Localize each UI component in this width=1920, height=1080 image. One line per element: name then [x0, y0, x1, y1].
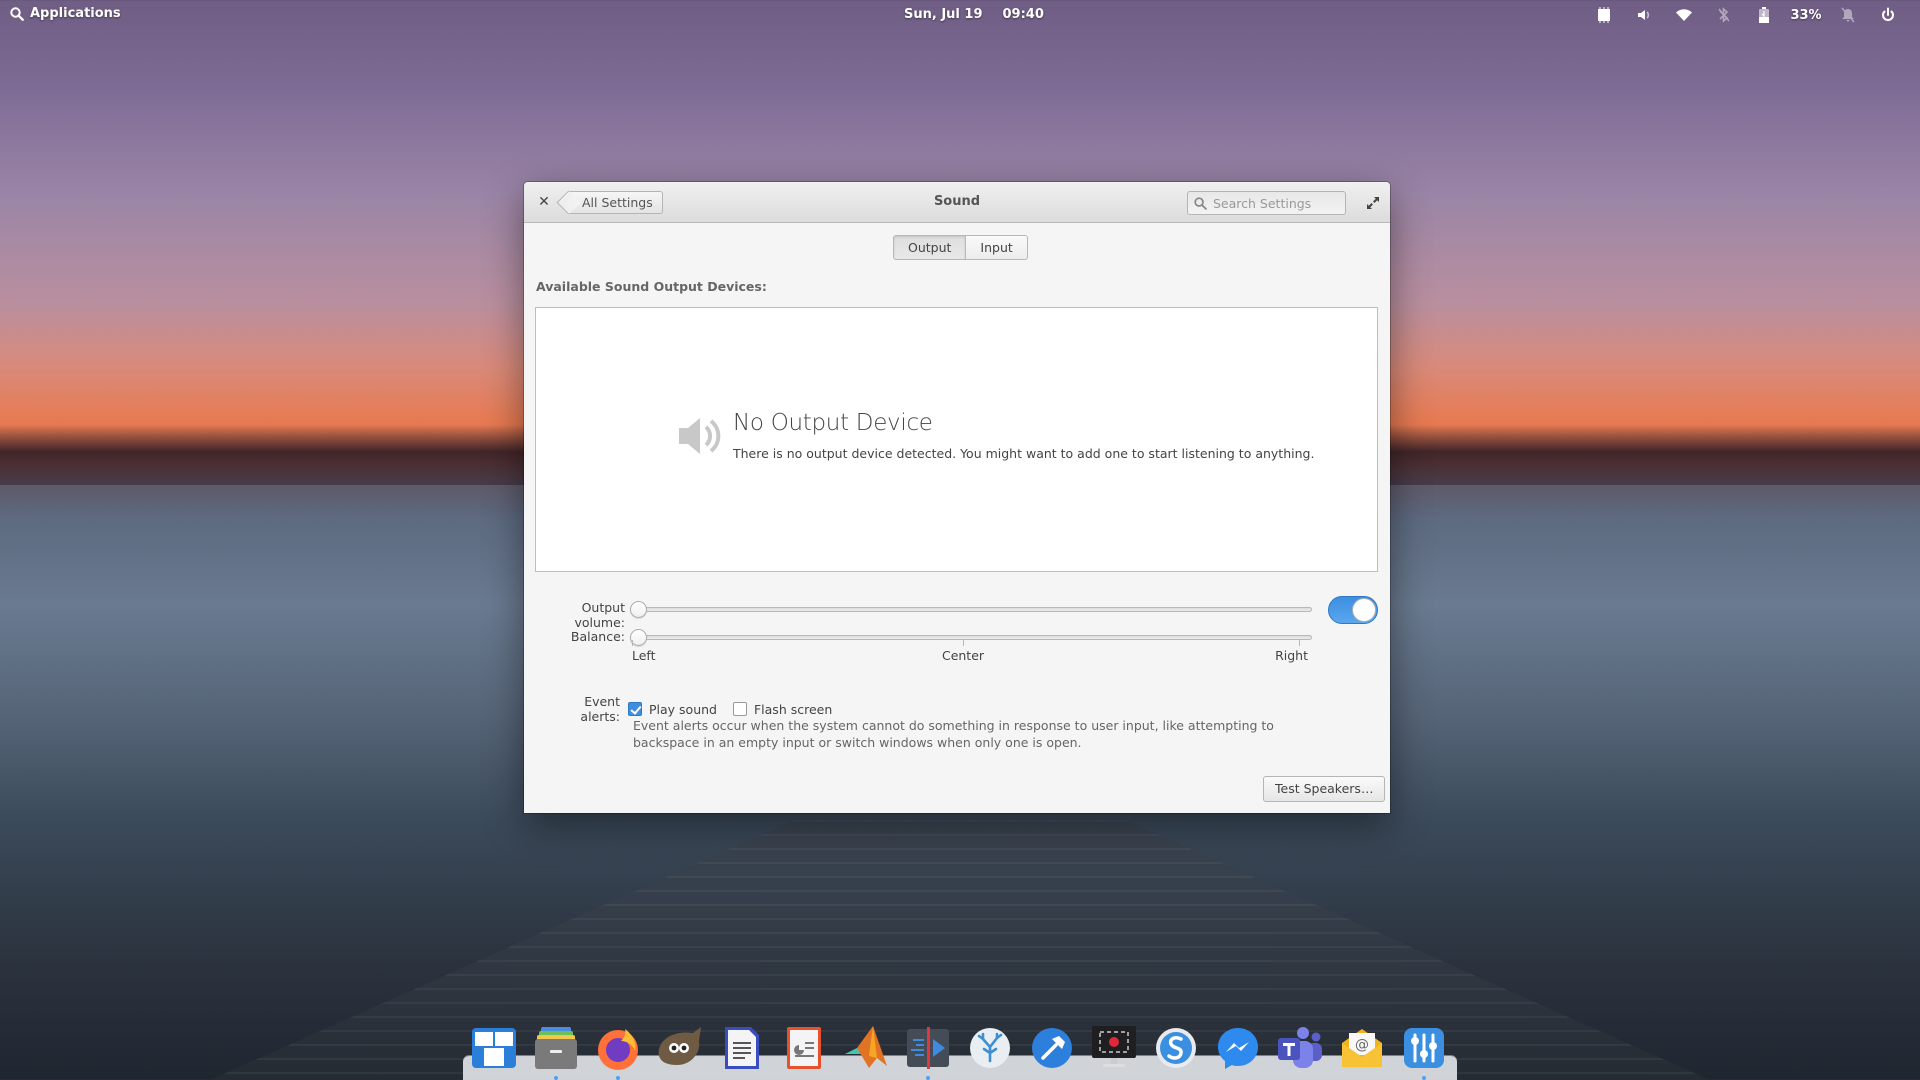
dock-item-firefox[interactable] [594, 1024, 642, 1080]
cpu-monitor-indicator[interactable] [1584, 5, 1624, 25]
power-icon [1882, 7, 1894, 21]
dock-item-build-tool[interactable] [1028, 1024, 1076, 1072]
dock-item-libreoffice-impress[interactable] [780, 1024, 828, 1072]
bluetooth-indicator[interactable] [1704, 5, 1744, 25]
empty-state-title: No Output Device [733, 410, 933, 436]
session-indicator[interactable] [1868, 5, 1908, 25]
toggle-knob [1352, 598, 1376, 622]
dock-item-matlab[interactable] [842, 1024, 890, 1072]
window-titlebar[interactable]: ✕ All Settings Sound [524, 182, 1390, 223]
network-indicator[interactable] [1664, 5, 1704, 25]
output-volume-label: Output volume: [574, 600, 625, 630]
dock-item-screen-recorder[interactable] [1090, 1024, 1138, 1072]
tab-input[interactable]: Input [966, 235, 1028, 260]
multitasking-view-icon [472, 1028, 516, 1068]
tab-output[interactable]: Output [893, 235, 967, 260]
vscodium-icon [970, 1028, 1010, 1068]
mute-toggle[interactable] [1328, 596, 1378, 624]
search-input[interactable] [1213, 195, 1338, 211]
maximize-icon [1367, 197, 1379, 209]
dock-item-teams[interactable] [1276, 1024, 1324, 1072]
simplenote-icon [1156, 1028, 1196, 1068]
gimp-icon [658, 1027, 701, 1065]
dock-item-files[interactable] [532, 1024, 580, 1080]
empty-state-description: There is no output device detected. You … [733, 446, 1315, 461]
system-settings-icon [1404, 1028, 1444, 1068]
battery-icon [1759, 7, 1769, 23]
dock-items: @ [470, 1024, 1448, 1080]
balance-label: Balance: [570, 629, 625, 644]
mode-switcher: Output Input [893, 235, 1028, 260]
dock-item-messenger[interactable] [1214, 1024, 1262, 1072]
battery-percent: 33% [1790, 7, 1822, 23]
code-editor-icon [907, 1027, 949, 1069]
datetime-indicator[interactable]: Sun, Jul 19 09:40 [904, 7, 1044, 22]
balance-marks: Left Center Right [632, 640, 1310, 678]
speaker-icon [679, 418, 721, 454]
flash-screen-checkbox[interactable]: Flash screen [732, 701, 833, 717]
dock-item-vscodium[interactable] [966, 1024, 1014, 1072]
libreoffice-impress-icon [787, 1027, 821, 1069]
devices-section-label: Available Sound Output Devices: [536, 279, 767, 294]
mail-icon: @ [1342, 1029, 1382, 1067]
event-alerts-label: Event alerts: [580, 694, 620, 724]
dock-item-mail[interactable]: @ [1338, 1024, 1386, 1072]
slider-thumb[interactable] [630, 601, 647, 618]
running-indicator [1422, 1076, 1426, 1080]
applications-label: Applications [30, 6, 121, 21]
date-label: Sun, Jul 19 [904, 7, 983, 22]
empty-state: No Output Device There is no output devi… [675, 410, 1314, 461]
running-indicator [554, 1076, 558, 1080]
search-icon [1194, 196, 1207, 210]
running-indicator [616, 1076, 620, 1080]
dock-item-gimp[interactable] [656, 1024, 704, 1072]
dock-item-libreoffice-writer[interactable] [718, 1024, 766, 1072]
top-panel: Applications Sun, Jul 19 09:40 33% [0, 0, 1920, 30]
applications-menu[interactable]: Applications [10, 6, 121, 21]
dock-item-multitasking-view[interactable] [470, 1024, 518, 1072]
dock-item-simplenote[interactable] [1152, 1024, 1200, 1072]
notifications-disabled-icon [1841, 7, 1855, 23]
balance-mark-left: Left [632, 640, 656, 663]
notifications-indicator[interactable] [1828, 5, 1868, 25]
volume-indicator[interactable] [1624, 5, 1664, 25]
bluetooth-disabled-icon [1718, 7, 1730, 23]
search-field[interactable] [1187, 191, 1346, 215]
slider-track [630, 635, 1312, 640]
sound-settings-window: ✕ All Settings Sound Output Input Availa… [524, 182, 1390, 813]
running-indicator [926, 1076, 930, 1080]
wifi-icon [1676, 9, 1692, 21]
event-alerts-description: Event alerts occur when the system canno… [633, 718, 1274, 750]
play-sound-checkbox[interactable]: Play sound [628, 702, 717, 717]
files-icon [535, 1027, 577, 1069]
libreoffice-writer-icon [725, 1027, 759, 1069]
slider-track [630, 607, 1312, 612]
search-icon [10, 6, 24, 21]
time-label: 09:40 [1002, 7, 1044, 22]
maximize-button[interactable] [1365, 195, 1381, 211]
matlab-icon [845, 1026, 887, 1068]
hammer-icon [1032, 1028, 1072, 1068]
test-speakers-button[interactable]: Test Speakers… [1263, 776, 1386, 802]
play-sound-label: Play sound [649, 701, 717, 717]
teams-icon [1278, 1027, 1322, 1068]
play-sound-check-icon[interactable] [628, 702, 642, 716]
balance-slider[interactable] [630, 629, 1312, 647]
indicators: 33% [1584, 5, 1908, 25]
output-volume-slider[interactable] [630, 601, 1312, 619]
cpu-monitor-icon [1598, 7, 1610, 23]
messenger-icon [1218, 1028, 1258, 1069]
battery-indicator[interactable] [1744, 5, 1784, 25]
flash-screen-check-icon[interactable] [732, 702, 747, 716]
screen-recorder-icon [1092, 1026, 1136, 1067]
firefox-icon [598, 1029, 638, 1070]
volume-icon [1638, 10, 1650, 20]
output-devices-list: No Output Device There is no output devi… [535, 307, 1378, 572]
dock-item-code-editor[interactable] [904, 1024, 952, 1080]
flash-screen-label: Flash screen [753, 701, 833, 717]
balance-mark-center: Center [941, 640, 985, 663]
balance-mark-right: Right [1275, 640, 1308, 663]
dock-item-system-settings[interactable] [1400, 1024, 1448, 1080]
svg-text:@: @ [1355, 1037, 1369, 1053]
